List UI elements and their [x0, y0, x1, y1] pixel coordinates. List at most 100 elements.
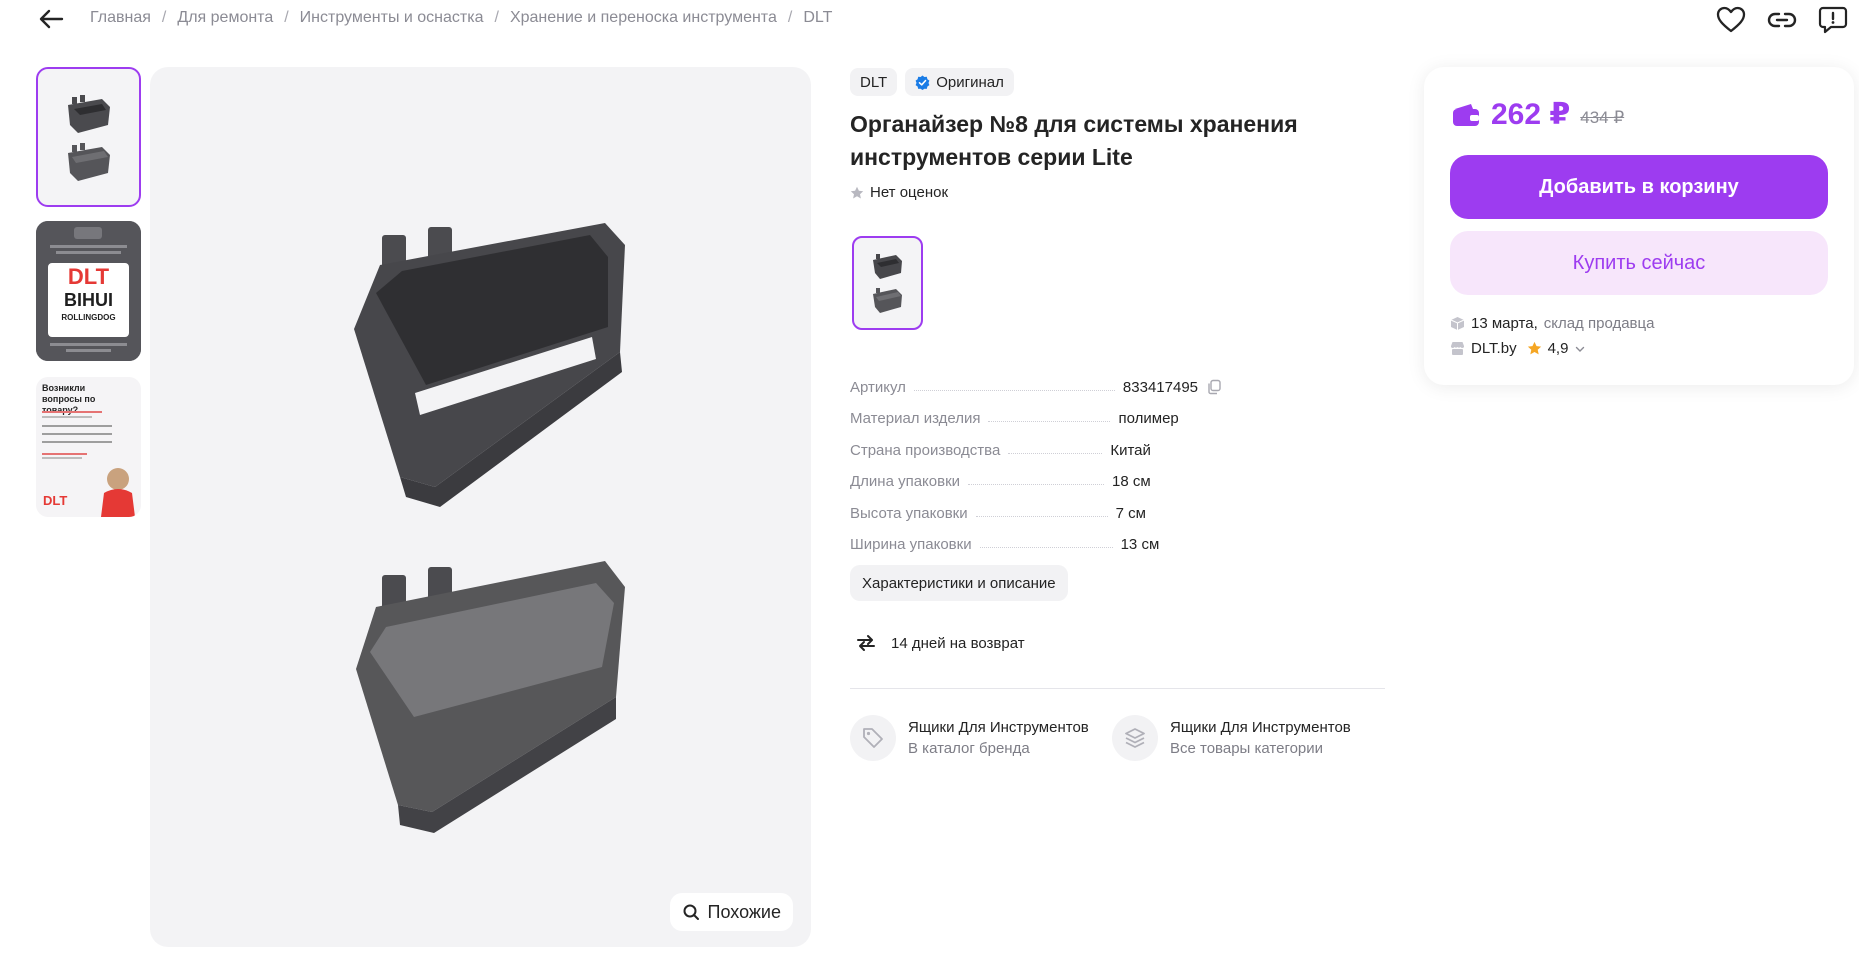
variant-thumbnail-image	[873, 254, 902, 313]
store-icon	[1451, 342, 1464, 355]
favorite-button[interactable]	[1715, 4, 1747, 36]
thumb-brand-rollingdog: ROLLINGDOG	[61, 313, 116, 322]
thumb-dlt-logo: DLT	[43, 493, 68, 508]
spec-dots	[975, 515, 1108, 517]
variant-option-selected[interactable]	[852, 236, 923, 330]
catalog-text: Ящики Для Инструментов В каталог бренда	[908, 719, 1108, 757]
chevron-down-icon	[1576, 346, 1585, 352]
wallet-icon	[1453, 103, 1479, 126]
spec-value: 18 см	[1112, 473, 1151, 490]
spec-dots	[988, 421, 1111, 422]
price-row: 262 ₽ 434 ₽	[1451, 97, 1624, 132]
spec-row-material: Материал изделия полимер	[850, 396, 1280, 427]
share-link-button[interactable]	[1766, 4, 1798, 36]
report-button[interactable]	[1817, 4, 1849, 36]
spec-value: Китай	[1110, 441, 1151, 459]
category-catalog-link[interactable]: Ящики Для Инструментов Все товары катего…	[1112, 715, 1372, 761]
original-chip[interactable]: Оригинал	[905, 68, 1014, 96]
gallery-thumb-2[interactable]: DLT BIHUI ROLLINGDOG	[36, 221, 141, 361]
current-price: 262 ₽	[1491, 98, 1571, 131]
organizer-thumbnail-image	[68, 95, 110, 181]
star-icon	[850, 186, 864, 198]
spec-row-height: Высота упаковки 7 см	[850, 490, 1280, 522]
divider	[850, 688, 1385, 689]
back-button[interactable]	[36, 4, 66, 34]
product-title: Органайзер №8 для системы хранения инстр…	[850, 111, 1298, 170]
catalog-title: Ящики Для Инструментов	[908, 719, 1089, 736]
article-number: 833417495	[1122, 378, 1199, 396]
return-policy: 14 дней на возврат	[855, 632, 1025, 654]
arrow-left-icon	[39, 9, 64, 29]
breadcrumb-separator: /	[787, 9, 793, 26]
delivery-date: 13 марта,	[1471, 315, 1538, 332]
catalog-text: Ящики Для Инструментов Все товары катего…	[1170, 719, 1372, 757]
rating-text: Нет оценок	[870, 184, 949, 201]
catalog-subtitle: В каталог бренда	[908, 740, 1030, 757]
spec-key: Высота упаковки	[850, 504, 968, 522]
spec-key: Длина упаковки	[850, 473, 961, 490]
spec-row-width: Ширина упаковки 13 см	[850, 522, 1280, 553]
star-icon	[1527, 341, 1541, 355]
description-button[interactable]: Характеристики и описание	[850, 565, 1068, 601]
spec-value-article: 833417495	[1123, 379, 1222, 396]
specs-list: Артикул 833417495 Материал изделия полим…	[850, 364, 1280, 553]
product-chips: DLT Оригинал	[850, 68, 1014, 96]
rating-summary[interactable]: Нет оценок	[850, 184, 948, 201]
breadcrumb: Главная / Для ремонта / Инструменты и ос…	[90, 9, 832, 27]
thumb-brand-dlt: DLT	[67, 264, 110, 289]
layers-icon	[1125, 728, 1145, 748]
spec-row-article: Артикул 833417495	[850, 364, 1280, 396]
copy-icon[interactable]	[1206, 379, 1222, 395]
spec-key: Ширина упаковки	[850, 536, 972, 553]
delivery-source: склад продавца	[1543, 315, 1655, 332]
thumb-brand-bihui: BIHUI	[64, 290, 113, 310]
breadcrumb-separator: /	[284, 9, 289, 26]
similar-button[interactable]: Похожие	[669, 893, 793, 931]
old-price: 434 ₽	[1580, 107, 1625, 127]
catalog-title: Ящики Для Инструментов	[1170, 719, 1351, 736]
spec-dots	[1008, 452, 1103, 454]
gallery-thumb-1[interactable]	[36, 67, 141, 207]
buy-now-button[interactable]: Купить сейчас	[1450, 231, 1828, 295]
breadcrumb-separator: /	[494, 9, 499, 26]
breadcrumb-item-home[interactable]: Главная	[90, 9, 151, 27]
gallery-thumb-3[interactable]: Возникли вопросы по товару? DLT	[36, 377, 141, 517]
catalog-icon-wrap	[850, 715, 896, 761]
spec-row-country: Страна производства Китай	[850, 427, 1280, 459]
spec-row-length: Длина упаковки 18 см	[850, 459, 1280, 490]
brand-catalog-link[interactable]: Ящики Для Инструментов В каталог бренда	[850, 715, 1110, 761]
spec-dots	[979, 547, 1113, 548]
spec-value: полимер	[1118, 410, 1179, 427]
breadcrumb-item-brand[interactable]: DLT	[803, 9, 832, 27]
spec-value: 7 см	[1115, 504, 1146, 522]
buy-box: 262 ₽ 434 ₽ Добавить в корзину Купить се…	[1424, 67, 1854, 385]
return-text: 14 дней на возврат	[891, 634, 1025, 652]
report-icon	[1818, 6, 1848, 34]
brand-chip[interactable]: DLT	[850, 68, 898, 96]
spec-key: Страна производства	[850, 441, 1001, 459]
spec-dots	[913, 389, 1115, 391]
search-similar-icon	[683, 904, 699, 920]
spec-key: Артикул	[850, 378, 906, 396]
similar-label: Похожие	[707, 901, 781, 922]
main-product-image[interactable]: Похожие	[150, 67, 811, 947]
seller-name: DLT.by	[1471, 340, 1517, 357]
delivery-info: 13 марта, склад продавца	[1450, 315, 1654, 332]
brand-chip-label: DLT	[860, 73, 888, 91]
catalog-subtitle: Все товары категории	[1170, 740, 1324, 757]
spec-value: 13 см	[1120, 536, 1160, 553]
link-icon	[1767, 12, 1797, 28]
box-icon	[1450, 317, 1465, 330]
breadcrumb-item-tools[interactable]: Инструменты и оснастка	[300, 9, 484, 27]
breadcrumb-item-repair[interactable]: Для ремонта	[177, 9, 273, 27]
breadcrumb-separator: /	[161, 9, 167, 26]
seller-rating: 4,9	[1547, 340, 1569, 357]
tag-icon	[863, 728, 883, 748]
catalog-icon-wrap	[1112, 715, 1158, 761]
organizer-product-photo	[354, 223, 625, 833]
add-to-cart-button[interactable]: Добавить в корзину	[1450, 155, 1828, 219]
return-arrows-icon	[857, 635, 875, 651]
seller-info[interactable]: DLT.by 4,9	[1450, 340, 1586, 357]
original-chip-label: Оригинал	[936, 73, 1004, 91]
breadcrumb-item-storage[interactable]: Хранение и переноска инструмента	[510, 9, 777, 27]
